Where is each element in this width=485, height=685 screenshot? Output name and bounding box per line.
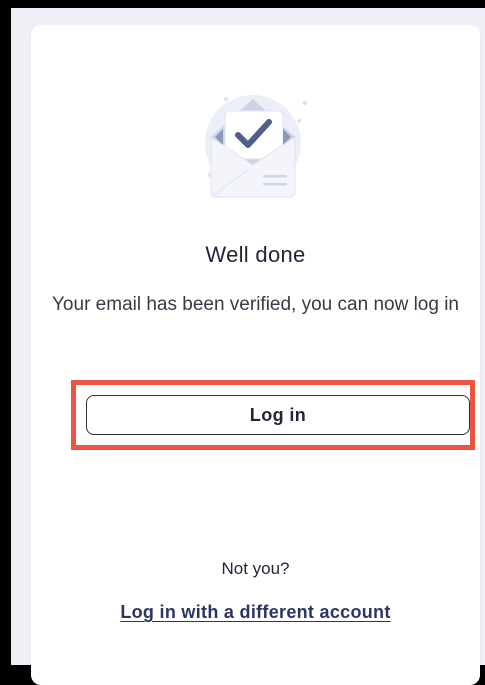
page-background: Well done Your email has been verified, … bbox=[11, 8, 485, 685]
login-button-highlight: Log in bbox=[71, 380, 475, 450]
verification-message: Your email has been verified, you can no… bbox=[52, 294, 459, 315]
different-account-link[interactable]: Log in with a different account bbox=[31, 602, 480, 623]
not-you-text: Not you? bbox=[221, 559, 290, 578]
envelope-checkmark-icon bbox=[191, 77, 331, 217]
page-title: Well done bbox=[205, 242, 306, 267]
verification-card: Well done Your email has been verified, … bbox=[31, 25, 480, 685]
login-button[interactable]: Log in bbox=[86, 395, 470, 435]
